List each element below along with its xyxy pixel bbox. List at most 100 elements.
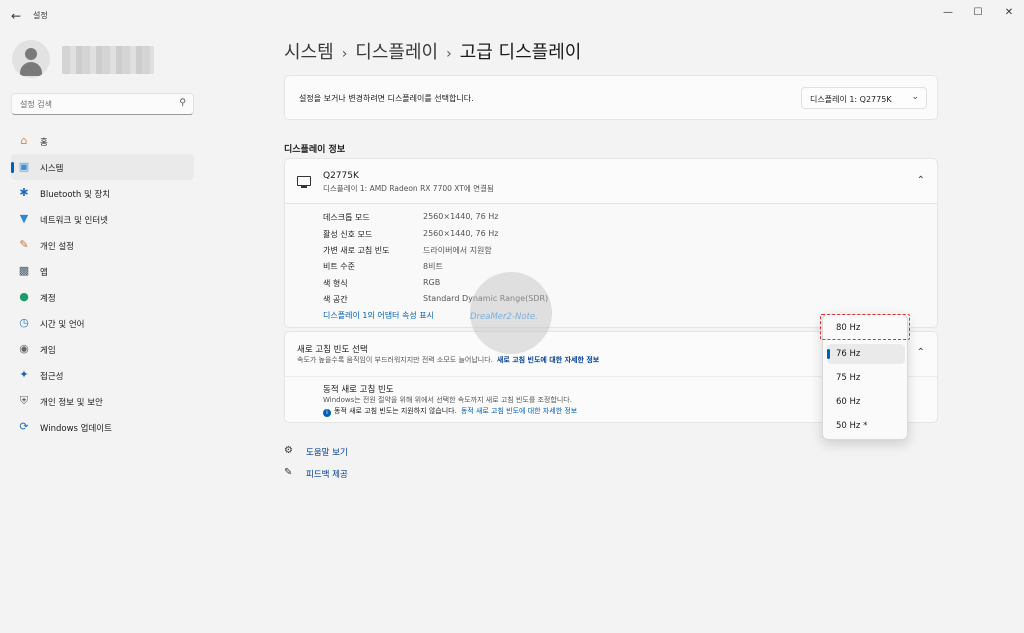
minimize-button[interactable]: — <box>938 6 958 20</box>
back-arrow-icon[interactable]: ← <box>8 8 24 24</box>
sidebar-item-label: 접근성 <box>40 372 64 382</box>
accessibility-icon: ✦ <box>19 368 29 381</box>
chevron-down-icon: ⌄ <box>911 92 919 102</box>
dropdown-option[interactable]: 75 Hz <box>827 368 905 388</box>
page-title: 고급 디스플레이 <box>459 42 582 63</box>
dynamic-note-text: 동적 새로 고침 빈도는 지원하지 않습니다. <box>334 407 457 415</box>
breadcrumb: 시스템 › 디스플레이 › 고급 디스플레이 <box>284 38 581 64</box>
feedback-icon: ✎ <box>284 467 293 478</box>
chevron-right-icon: › <box>341 46 348 62</box>
info-key: 활성 신호 모드 <box>323 230 373 239</box>
info-key: 비트 수준 <box>323 262 355 271</box>
sidebar-item-label: Windows 업데이트 <box>40 424 112 434</box>
network-icon: ▼ <box>19 212 29 225</box>
sidebar-item-network[interactable]: ▼ 네트워크 및 인터넷 <box>11 206 194 232</box>
info-icon: i <box>323 409 331 417</box>
info-key: 데스크톱 모드 <box>323 213 370 222</box>
feedback-label: 피드백 제공 <box>306 470 348 480</box>
sidebar-nav: ⌂ 홈 ▣ 시스템 ✱ Bluetooth 및 장치 ▼ 네트워크 및 인터넷 … <box>11 128 194 440</box>
account-icon: ● <box>19 290 29 303</box>
sidebar-item-bluetooth[interactable]: ✱ Bluetooth 및 장치 <box>11 180 194 206</box>
sidebar-item-label: 네트워크 및 인터넷 <box>40 216 108 226</box>
apps-icon: ▩ <box>18 264 30 277</box>
sidebar-item-time-language[interactable]: ◷ 시간 및 언어 <box>11 310 194 336</box>
dynamic-refresh-note: i 동적 새로 고침 빈도는 지원하지 않습니다. 동적 새로 고침 빈도에 대한 … <box>323 406 577 417</box>
info-value: 드라이버에서 지원함 <box>423 246 492 255</box>
sidebar-item-accessibility[interactable]: ✦ 접근성 <box>11 362 194 388</box>
refresh-rate-description: 속도가 높을수록 움직임이 부드러워지지만 전력 소모도 늘어납니다. 새로 고침… <box>297 355 599 365</box>
sidebar-item-label: 시스템 <box>40 164 64 174</box>
dropdown-option-label: 50 Hz * <box>836 421 868 431</box>
sidebar-item-gaming[interactable]: ◉ 게임 <box>11 336 194 362</box>
breadcrumb-system[interactable]: 시스템 <box>284 42 334 63</box>
sidebar-item-personalization[interactable]: ✎ 개인 설정 <box>11 232 194 258</box>
sidebar-item-privacy[interactable]: ⛨ 개인 정보 및 보안 <box>11 388 194 414</box>
display-info-header[interactable]: Q2775K 디스플레이 1: AMD Radeon RX 7700 XT에 연… <box>284 158 938 204</box>
info-value: 2560×1440, 76 Hz <box>423 212 499 221</box>
refresh-desc-text: 속도가 높을수록 움직임이 부드러워지지만 전력 소모도 늘어납니다. <box>297 356 493 364</box>
dynamic-refresh-info-link[interactable]: 동적 새로 고침 빈도에 대한 자세한 정보 <box>461 407 577 415</box>
help-label: 도움말 보기 <box>306 448 348 458</box>
display-select-message: 설정을 보거나 변경하려면 디스플레이를 선택합니다. <box>299 94 474 103</box>
maximize-button[interactable]: ☐ <box>968 6 988 20</box>
brush-icon: ✎ <box>19 238 29 251</box>
dropdown-option[interactable]: 50 Hz * <box>827 416 905 436</box>
title-bar: ← 설정 — ☐ ✕ <box>0 0 1024 32</box>
dropdown-option-label: 76 Hz <box>836 349 861 359</box>
dynamic-refresh-description: Windows는 전원 절약을 위해 위에서 선택한 속도까지 새로 고침 빈도… <box>323 396 572 404</box>
refresh-rate-title: 새로 고침 빈도 선택 <box>297 345 368 355</box>
avatar <box>12 40 50 78</box>
sidebar-item-label: 개인 정보 및 보안 <box>40 398 103 408</box>
sidebar-item-label: 게임 <box>40 346 56 356</box>
info-key: 색 공간 <box>323 295 348 304</box>
gamepad-icon: ◉ <box>19 342 29 355</box>
info-key: 가변 새로 고침 빈도 <box>323 246 390 255</box>
sidebar-item-label: 홈 <box>40 138 48 148</box>
watermark-text: DreaMer2-Note. <box>470 312 538 322</box>
sidebar-item-label: 시간 및 언어 <box>40 320 85 330</box>
blurred-user-name <box>62 46 154 74</box>
window-title: 설정 <box>33 11 48 20</box>
system-icon: ▣ <box>18 160 30 173</box>
dropdown-option-selected[interactable]: 76 Hz <box>827 344 905 364</box>
breadcrumb-display[interactable]: 디스플레이 <box>355 42 438 63</box>
info-key: 색 형식 <box>323 279 348 288</box>
refresh-rate-info-link[interactable]: 새로 고침 빈도에 대한 자세한 정보 <box>497 356 599 364</box>
adapter-properties-link[interactable]: 디스플레이 1의 어댑터 속성 표시 <box>323 310 434 321</box>
sidebar-item-apps[interactable]: ▩ 앱 <box>11 258 194 284</box>
dropdown-option-label: 60 Hz <box>836 397 861 407</box>
sidebar-item-label: 개인 설정 <box>40 242 74 252</box>
display-dropdown[interactable]: 디스플레이 1: Q2775K ⌄ <box>801 87 927 109</box>
dropdown-option[interactable]: 60 Hz <box>827 392 905 412</box>
time-language-icon: ◷ <box>19 316 29 329</box>
info-value: RGB <box>423 278 441 287</box>
chevron-up-icon[interactable]: ⌃ <box>917 347 925 358</box>
sidebar-item-home[interactable]: ⌂ 홈 <box>11 128 194 154</box>
update-icon: ⟳ <box>19 420 29 433</box>
sidebar-item-windows-update[interactable]: ⟳ Windows 업데이트 <box>11 414 194 440</box>
sidebar-item-accounts[interactable]: ● 계정 <box>11 284 194 310</box>
chevron-up-icon[interactable]: ⌃ <box>917 175 925 186</box>
highlight-box <box>820 314 910 340</box>
info-value: 2560×1440, 76 Hz <box>423 229 499 238</box>
close-button[interactable]: ✕ <box>999 6 1019 20</box>
sidebar-item-label: 앱 <box>40 268 48 278</box>
display-select-card: 설정을 보거나 변경하려면 디스플레이를 선택합니다. 디스플레이 1: Q27… <box>284 75 938 120</box>
home-icon: ⌂ <box>20 134 28 147</box>
dynamic-refresh-title: 동적 새로 고침 빈도 <box>323 385 394 395</box>
sidebar-item-label: 계정 <box>40 294 56 304</box>
section-title-display-info: 디스플레이 정보 <box>284 145 346 155</box>
chevron-right-icon: › <box>446 46 452 62</box>
shield-icon: ⛨ <box>19 394 29 407</box>
bluetooth-icon: ✱ <box>19 186 29 199</box>
help-icon: ⚙ <box>284 445 293 456</box>
monitor-icon <box>297 176 311 188</box>
sidebar-item-system[interactable]: ▣ 시스템 <box>11 154 194 180</box>
dropdown-option-label: 75 Hz <box>836 373 861 383</box>
monitor-name: Q2775K <box>323 171 359 181</box>
monitor-connection: 디스플레이 1: AMD Radeon RX 7700 XT에 연결됨 <box>323 184 494 193</box>
search-icon: ⚲ <box>179 98 186 108</box>
search-input[interactable]: 설정 검색 ⚲ <box>11 93 194 115</box>
display-dropdown-value: 디스플레이 1: Q2775K <box>810 95 892 104</box>
search-placeholder: 설정 검색 <box>20 100 52 109</box>
